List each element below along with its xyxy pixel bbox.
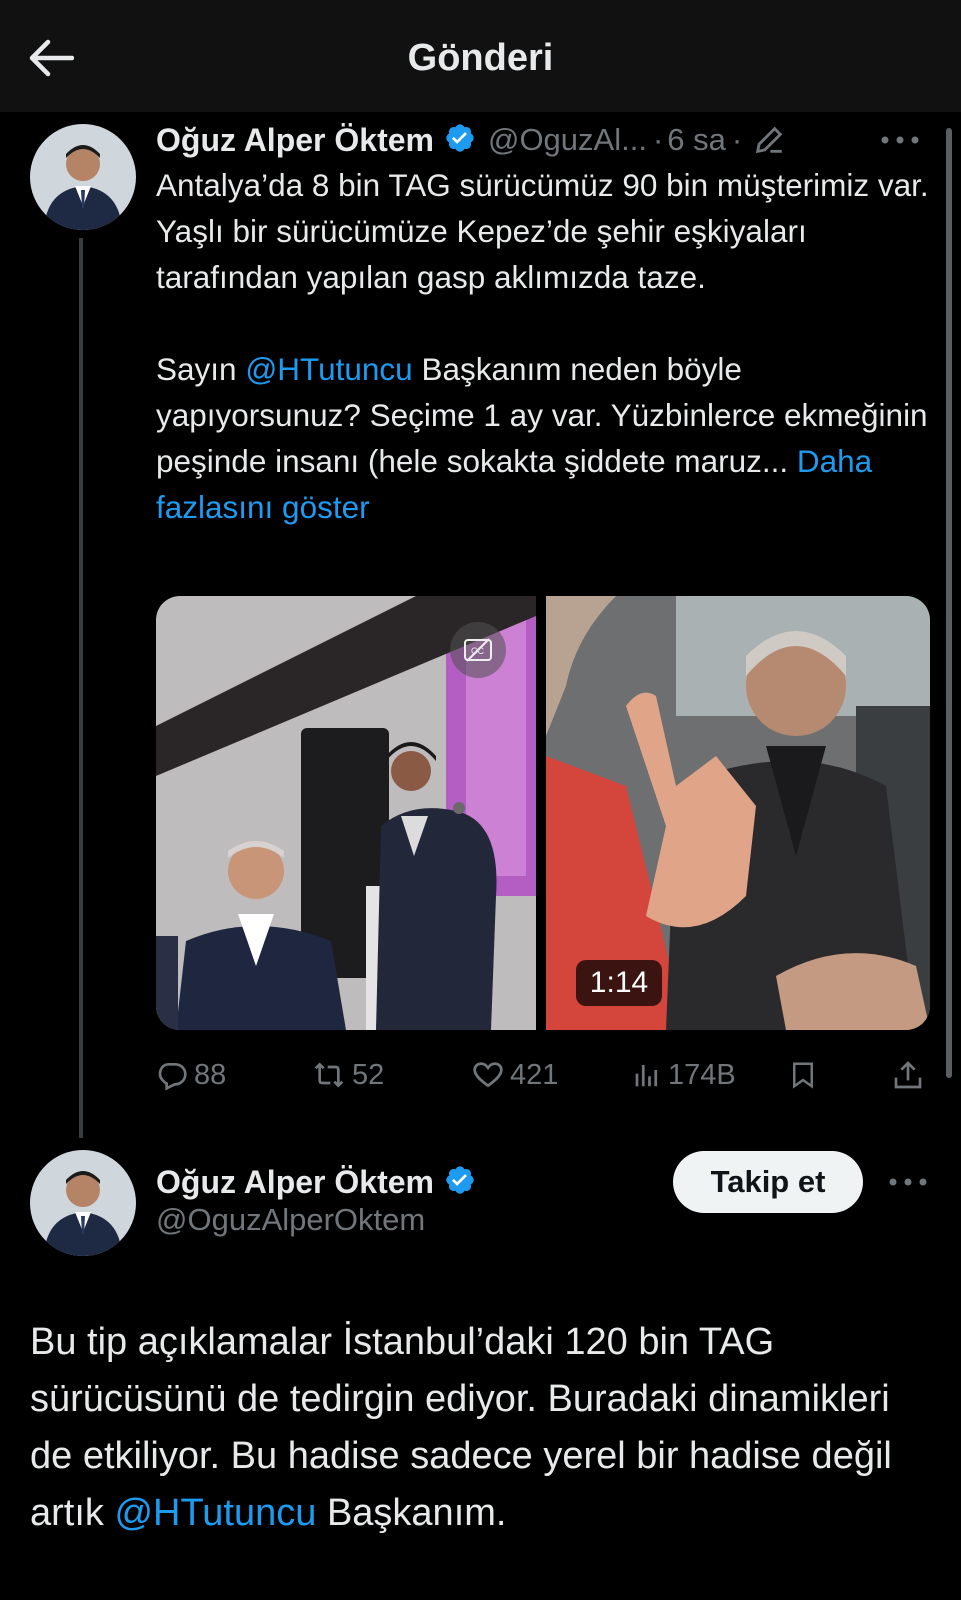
avatar-image: [30, 1150, 136, 1256]
verified-badge-icon: [444, 122, 476, 159]
main-tweet-text: Bu tip açıklamalar İstanbul’daki 120 bin…: [30, 1321, 892, 1534]
avatar[interactable]: [30, 1150, 136, 1256]
repost-icon: [314, 1062, 344, 1088]
separator-dot: ·: [731, 122, 743, 157]
reply-icon: [158, 1063, 187, 1091]
avatar[interactable]: [30, 124, 136, 230]
share-button[interactable]: [892, 1050, 924, 1100]
more-button[interactable]: [880, 1160, 936, 1204]
video-thumbnail: [156, 596, 930, 1030]
bookmark-button[interactable]: [788, 1050, 818, 1100]
tweet-time[interactable]: 6 sa: [667, 122, 726, 158]
svg-text:CC: CC: [471, 646, 484, 656]
tweet-actions: 88 52 421 174B: [156, 1050, 936, 1100]
edit-pencil-icon[interactable]: [752, 123, 786, 157]
like-count: 421: [510, 1058, 559, 1091]
tweet-paragraph: Antalya’da 8 bin TAG sürücümüz 90 bin mü…: [156, 167, 929, 295]
scrollbar[interactable]: [946, 128, 952, 1078]
tweet-paragraph: Sayın @HTutuncu Başkanım neden böyle yap…: [156, 351, 928, 525]
reply-button[interactable]: 88: [156, 1050, 226, 1100]
verified-badge-icon: [444, 1164, 476, 1201]
page-title: Gönderi: [407, 37, 554, 79]
bookmark-icon: [793, 1062, 813, 1089]
repost-count: 52: [352, 1058, 385, 1091]
captions-icon: CC: [464, 638, 492, 662]
tweet-text: Antalya’da 8 bin TAG sürücümüz 90 bin mü…: [156, 162, 936, 530]
share-icon: [894, 1061, 922, 1089]
thread-line: [79, 238, 83, 1138]
mention-link[interactable]: @HTutuncu: [114, 1492, 316, 1534]
more-icon: [889, 1178, 927, 1186]
like-button[interactable]: 421: [472, 1050, 558, 1100]
avatar-image: [30, 124, 136, 230]
author-handle[interactable]: @OguzAlperOktem: [156, 1202, 425, 1238]
reply-author-row: Oğuz Alper Öktem: [156, 1158, 476, 1206]
tweet-header: Oğuz Alper Öktem @OguzAl... · 6 sa ·: [156, 116, 936, 164]
author-name[interactable]: Oğuz Alper Öktem: [156, 1164, 434, 1201]
views-button[interactable]: 174B: [632, 1050, 736, 1100]
captions-button[interactable]: CC: [450, 622, 506, 678]
repost-button[interactable]: 52: [312, 1050, 384, 1100]
author-handle[interactable]: @OguzAl...: [488, 122, 647, 158]
follow-button[interactable]: Takip et: [673, 1151, 863, 1213]
video-duration: 1:14: [576, 960, 662, 1006]
more-button[interactable]: [872, 118, 928, 162]
view-count: 174B: [668, 1058, 736, 1091]
mention-link[interactable]: @HTutuncu: [245, 351, 412, 387]
more-icon: [881, 136, 919, 144]
reply-count: 88: [194, 1058, 227, 1091]
author-name[interactable]: Oğuz Alper Öktem: [156, 122, 434, 159]
video-player[interactable]: CC: [156, 596, 930, 1030]
views-icon: [635, 1065, 658, 1087]
separator-dot: ·: [652, 122, 664, 157]
like-icon: [473, 1062, 503, 1088]
